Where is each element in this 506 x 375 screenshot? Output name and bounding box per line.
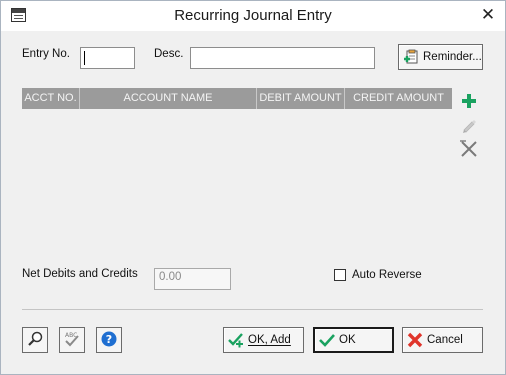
- check-plus-icon: [228, 332, 244, 348]
- column-credit-amount[interactable]: CREDIT AMOUNT: [345, 88, 452, 109]
- reminder-button[interactable]: Reminder...: [398, 44, 483, 70]
- magnifier-icon: [26, 330, 44, 351]
- desc-input[interactable]: [190, 47, 375, 69]
- cancel-label: Cancel: [427, 334, 463, 346]
- title-bar: Recurring Journal Entry ✕: [1, 1, 505, 31]
- column-debit-amount[interactable]: DEBIT AMOUNT: [257, 88, 345, 109]
- journal-lines-grid[interactable]: [22, 109, 452, 249]
- entry-no-input[interactable]: [80, 47, 135, 69]
- column-acct-no[interactable]: ACCT NO.: [22, 88, 80, 109]
- footer-divider: [22, 309, 483, 310]
- ok-button[interactable]: OK: [313, 327, 394, 353]
- reminder-label: Reminder...: [423, 51, 482, 63]
- delete-x-icon[interactable]: [459, 139, 479, 159]
- auto-reverse-checkbox[interactable]: [334, 269, 346, 281]
- lookup-button[interactable]: [22, 327, 48, 353]
- ok-label: OK: [339, 334, 356, 346]
- column-account-name[interactable]: ACCOUNT NAME: [80, 88, 257, 109]
- close-button[interactable]: ✕: [479, 5, 497, 25]
- ok-add-button[interactable]: OK, Add: [223, 327, 304, 353]
- net-debits-credits-field: 0.00: [154, 268, 231, 290]
- grid-header: ACCT NO. ACCOUNT NAME DEBIT AMOUNT CREDI…: [22, 88, 452, 109]
- help-button[interactable]: ?: [96, 327, 122, 353]
- auto-reverse-label: Auto Reverse: [352, 269, 422, 281]
- window-title: Recurring Journal Entry: [174, 7, 332, 24]
- spell-check-icon: ABC: [63, 330, 81, 351]
- text-caret: [84, 51, 85, 65]
- plus-icon[interactable]: [459, 91, 479, 111]
- svg-text:?: ?: [106, 333, 112, 346]
- pencil-icon[interactable]: [459, 115, 479, 135]
- net-debits-credits-label: Net Debits and Credits: [22, 268, 138, 280]
- reminder-clipboard-icon: [403, 49, 419, 65]
- spell-check-button[interactable]: ABC: [59, 327, 85, 353]
- ok-add-label: OK, Add: [248, 334, 291, 346]
- recurring-journal-entry-dialog: Recurring Journal Entry ✕ Entry No. Desc…: [0, 0, 506, 375]
- check-icon: [319, 332, 335, 348]
- desc-label: Desc.: [154, 48, 184, 60]
- entry-no-label: Entry No.: [22, 48, 70, 60]
- cancel-button[interactable]: Cancel: [402, 327, 483, 353]
- help-question-icon: ?: [100, 330, 118, 351]
- cancel-x-icon: [407, 332, 423, 348]
